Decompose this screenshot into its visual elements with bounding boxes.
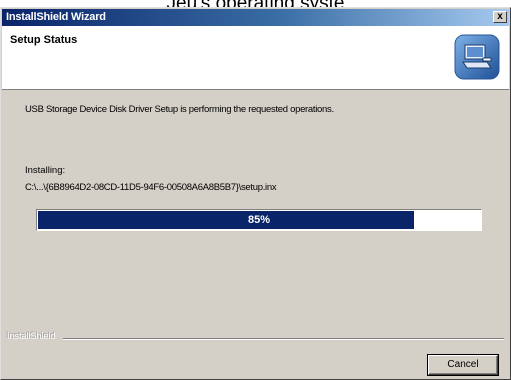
page-title: Setup Status bbox=[10, 34, 78, 46]
progress-percent: 85% bbox=[247, 214, 271, 226]
header-banner: Setup Status bbox=[2, 26, 509, 90]
window-title: InstallShield Wizard bbox=[6, 11, 106, 23]
installshield-brand: InstallShield bbox=[7, 331, 56, 341]
close-icon: x bbox=[497, 11, 503, 22]
installing-file-path: C:\...\{6B8964D2-08CD-11D5-94F6-00508A6A… bbox=[25, 182, 277, 193]
title-bar[interactable]: InstallShield Wizard x bbox=[2, 9, 509, 26]
installshield-dialog: InstallShield Wizard x Setup Status USB … bbox=[0, 7, 511, 380]
cancel-button[interactable]: Cancel bbox=[427, 354, 499, 376]
status-description: USB Storage Device Disk Driver Setup is … bbox=[25, 104, 334, 115]
computer-setup-icon bbox=[454, 34, 500, 80]
progress-bar: 85% bbox=[36, 209, 482, 231]
footer-divider bbox=[63, 338, 504, 340]
close-button[interactable]: x bbox=[493, 11, 507, 23]
installing-label: Installing: bbox=[25, 165, 66, 176]
